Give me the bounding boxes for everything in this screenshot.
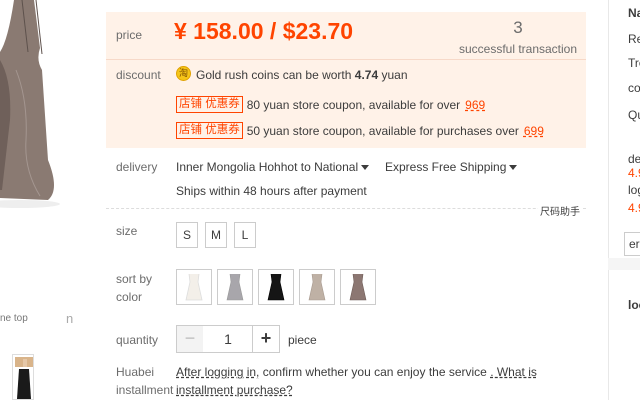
coin-offer-text: Gold rush coins can be worth 4.74 yuan xyxy=(196,68,408,82)
size-option-l[interactable]: L xyxy=(234,222,256,248)
shipping-method-text: Express Free Shipping xyxy=(385,160,507,174)
coupon-text: 50 yuan store coupon, available for purc… xyxy=(246,123,519,138)
sidebar-section-title: loc xyxy=(628,298,640,312)
coin-amount: 4.74 xyxy=(354,68,379,82)
shop-info-line: Re xyxy=(628,32,640,46)
color-swatch-beige[interactable] xyxy=(299,269,335,305)
coin-text-prefix: Gold rush coins can be worth xyxy=(196,68,352,82)
color-swatch-grey[interactable] xyxy=(217,269,253,305)
huabei-label: Huabei installment xyxy=(116,365,174,397)
shop-name[interactable]: Na xyxy=(628,6,640,20)
color-swatch-black[interactable] xyxy=(258,269,294,305)
size-helper-link[interactable]: 尺码助手 xyxy=(538,203,582,218)
coupon-text: 80 yuan store coupon, available for over xyxy=(246,97,461,112)
rating-value: 4.9 xyxy=(628,201,640,215)
delivery-route-dropdown[interactable]: Inner Mongolia Hohhot to National xyxy=(176,160,370,174)
shop-info-line: Qu xyxy=(628,108,640,122)
huabei-confirm-text: confirm whether you can enjoy the servic… xyxy=(262,365,487,379)
rating-label: de xyxy=(628,152,640,166)
quantity-decrease-button[interactable]: − xyxy=(176,325,204,353)
ships-within-text: Ships within 48 hours after payment xyxy=(176,184,367,198)
quantity-unit: piece xyxy=(288,333,317,347)
gallery-next-icon[interactable]: n xyxy=(66,311,73,326)
quantity-input[interactable]: 1 xyxy=(203,325,253,353)
size-label: size xyxy=(116,224,138,238)
chevron-down-icon xyxy=(361,165,370,171)
price-value: ¥ 158.00 / $23.70 xyxy=(174,18,354,44)
transaction-count: 3 xyxy=(513,18,523,37)
product-main-image[interactable] xyxy=(0,0,96,312)
coupon-row[interactable]: 店铺 优惠券 80 yuan store coupon, available fo… xyxy=(176,96,485,114)
transaction-label: successful transaction xyxy=(458,42,578,56)
huabei-text: After logging in, confirm whether you ca… xyxy=(176,363,584,399)
shipping-method-dropdown[interactable]: Express Free Shipping xyxy=(385,160,518,174)
shop-info-line: Tre xyxy=(628,56,640,70)
size-option-m[interactable]: M xyxy=(205,222,227,248)
section-divider xyxy=(106,208,586,209)
delivery-label: delivery xyxy=(116,160,158,174)
color-label: sort by color xyxy=(116,272,153,304)
quantity-increase-button[interactable]: + xyxy=(252,325,280,353)
discount-label: discount xyxy=(116,68,161,82)
sidebar-divider xyxy=(608,258,640,270)
shop-info-line: co xyxy=(628,81,640,95)
login-link[interactable]: After logging in, xyxy=(176,365,259,379)
store-coupon-tag[interactable]: 店铺 优惠券 xyxy=(176,122,243,139)
price-divider xyxy=(106,59,586,60)
color-swatch-white[interactable] xyxy=(176,269,212,305)
delivery-route-text: Inner Mongolia Hohhot to National xyxy=(176,160,359,174)
color-swatch-brown[interactable] xyxy=(340,269,376,305)
coupon-threshold-link[interactable]: 699 xyxy=(524,124,544,138)
price-label: price xyxy=(116,28,143,42)
gallery-thumbnail[interactable] xyxy=(12,354,34,400)
coin-text-suffix: yuan xyxy=(381,68,408,82)
quantity-label: quantity xyxy=(116,333,159,347)
gold-coin-icon: 淘 xyxy=(176,66,191,81)
chevron-down-icon xyxy=(509,165,518,171)
size-option-s[interactable]: S xyxy=(176,222,198,248)
rating-value: 4.9 xyxy=(628,166,640,180)
store-coupon-tag[interactable]: 店铺 优惠券 xyxy=(176,96,243,113)
coupon-row[interactable]: 店铺 优惠券 50 yuan store coupon, available fo… xyxy=(176,122,544,140)
sidebar-border xyxy=(608,0,609,400)
enter-shop-button[interactable]: er xyxy=(624,232,640,256)
gallery-caption: ne top xyxy=(0,313,28,324)
coupon-threshold-link[interactable]: 969 xyxy=(465,98,485,112)
rating-label: log xyxy=(628,183,640,197)
